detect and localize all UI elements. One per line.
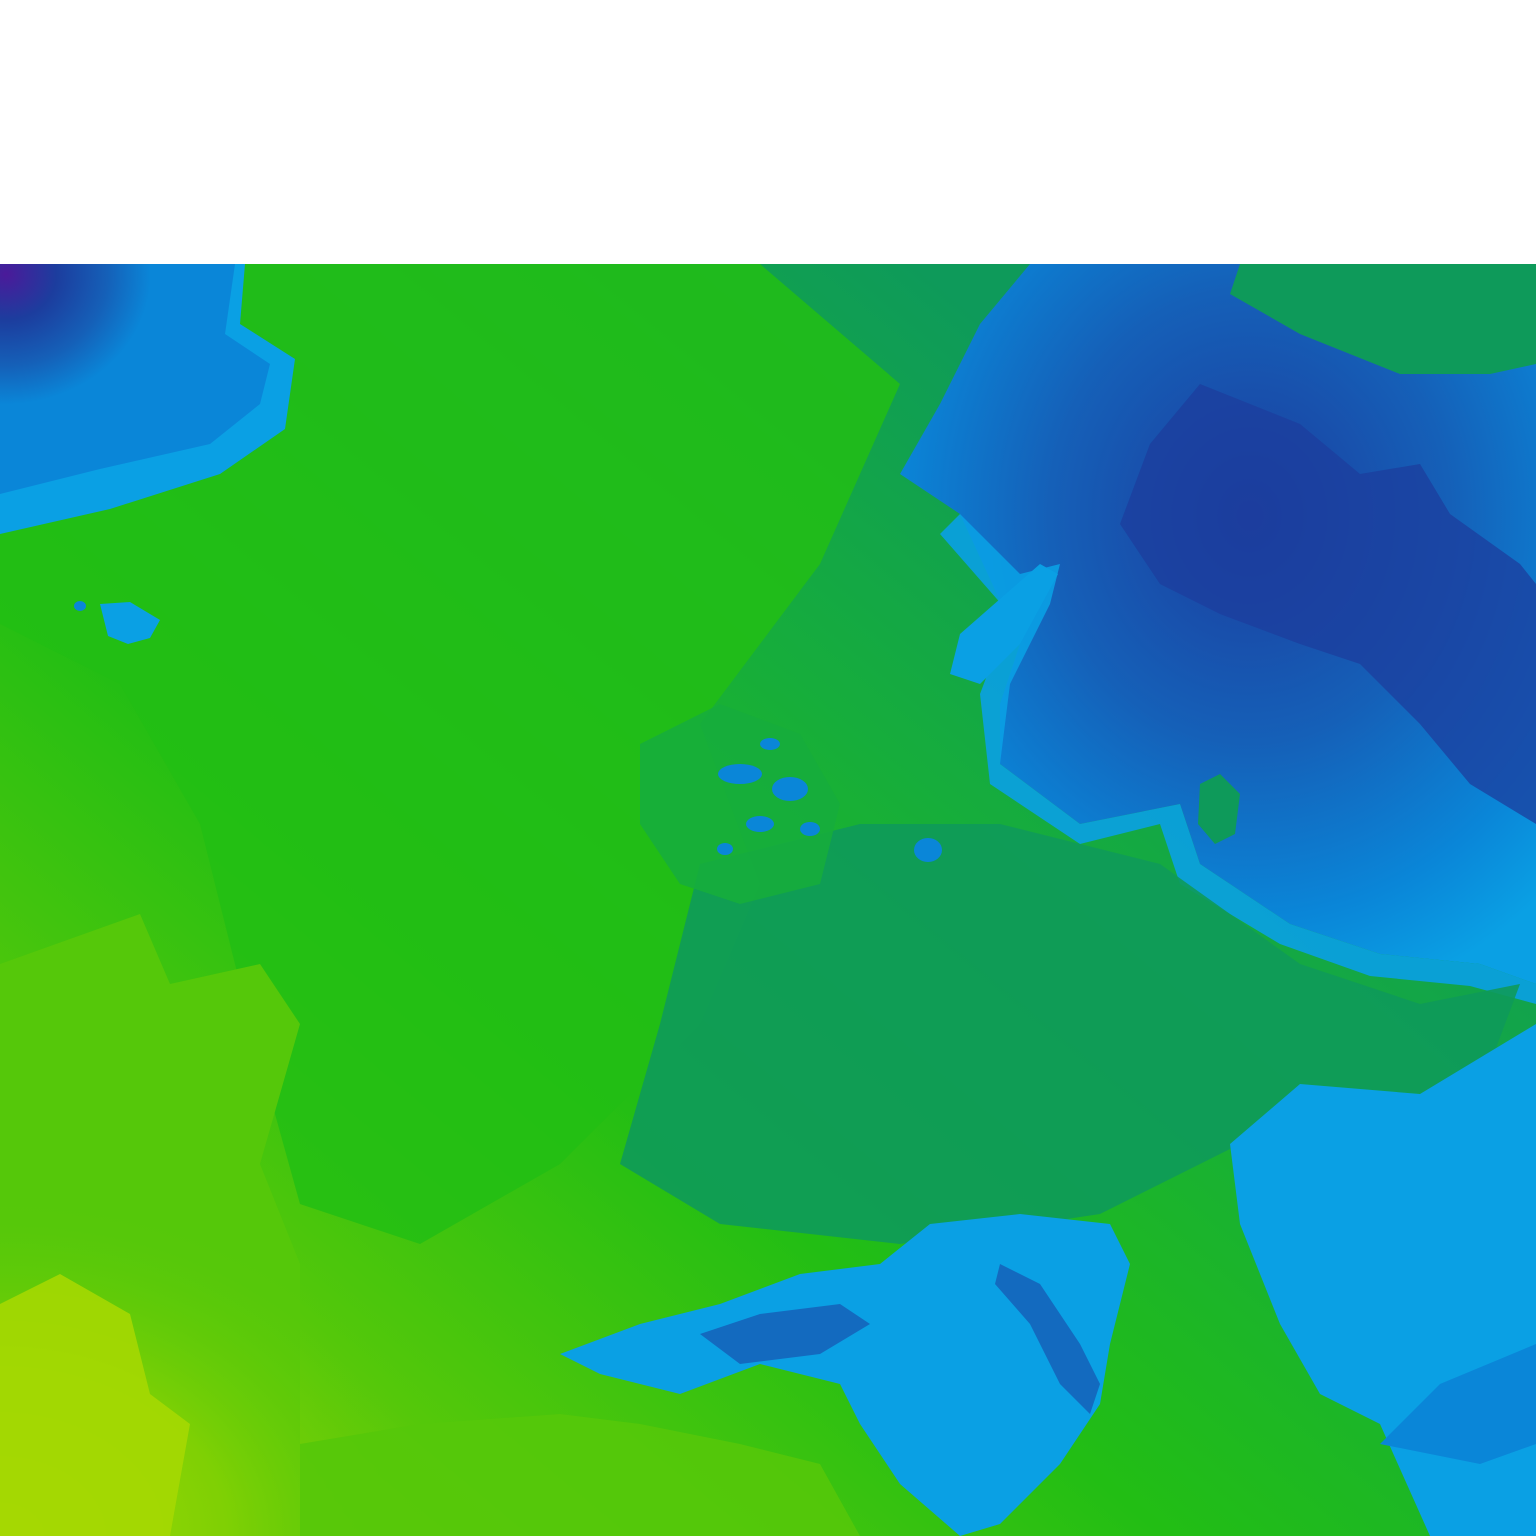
blank-header-area xyxy=(0,0,1536,264)
west-blue-dot xyxy=(74,601,86,611)
map-tile[interactable] xyxy=(0,264,1536,1536)
map-raster xyxy=(0,264,1536,1536)
